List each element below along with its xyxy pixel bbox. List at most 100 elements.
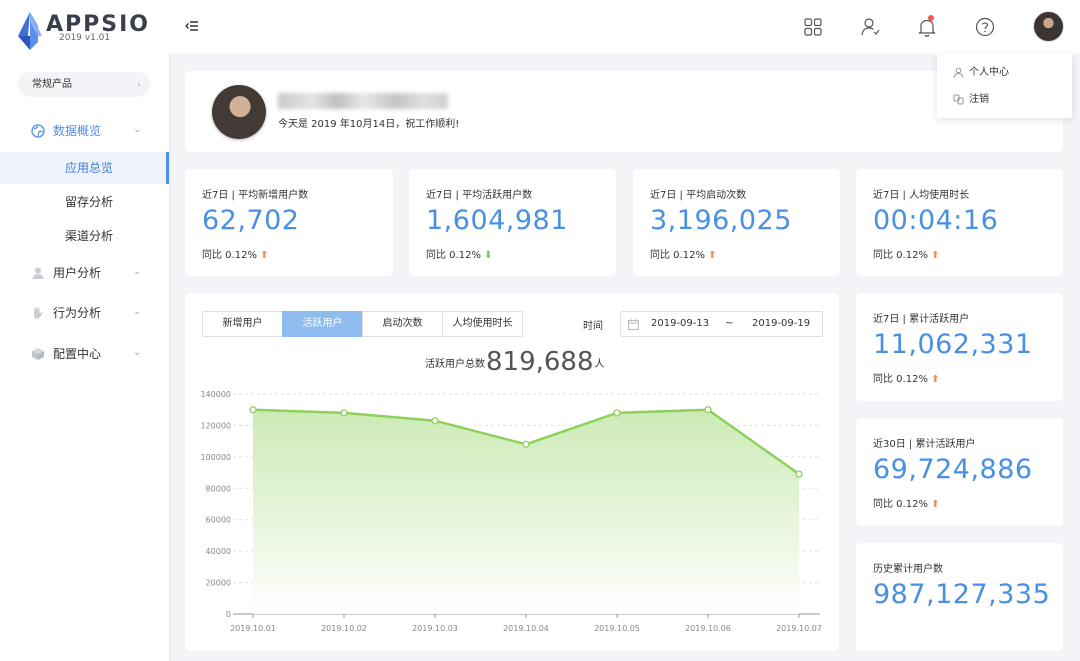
- chevron-down-icon: ⌄: [133, 266, 142, 277]
- stat-value: 00:04:16: [873, 205, 999, 236]
- chevron-down-icon: ⌄: [133, 347, 142, 358]
- sidebar-subitem-app-overview[interactable]: 应用总览: [0, 152, 169, 184]
- sidebar-item-behavior-analysis[interactable]: 行为分析 ⌄: [0, 298, 169, 328]
- arrow-up-icon: ⬆: [931, 499, 940, 510]
- dropdown-item-profile[interactable]: 个人中心: [953, 64, 1009, 82]
- y-tick-label: 20000: [206, 579, 231, 588]
- brand-version: 2019 v1.01: [59, 33, 111, 43]
- sidebar-item-config-center[interactable]: 配置中心 ⌄: [0, 339, 169, 369]
- stat-title: 近7日 | 平均活跃用户数: [426, 190, 533, 201]
- apps-grid-icon[interactable]: [802, 16, 824, 38]
- welcome-message: 今天是 2019 年10月14日，祝工作顺利!: [278, 119, 460, 130]
- data-point: [340, 409, 348, 417]
- logo-icon: [18, 12, 42, 50]
- blurred-username: [278, 93, 448, 109]
- help-icon[interactable]: [974, 16, 996, 38]
- chevron-down-icon: ⌄: [133, 124, 142, 135]
- stat-card-active-users: 近7日 | 平均活跃用户数 1,604,981 同比 0.12% ⬇: [409, 169, 616, 276]
- dropdown-label: 注销: [969, 94, 989, 105]
- stat-value: 11,062,331: [873, 329, 1033, 360]
- person-icon: [953, 67, 964, 78]
- menu-collapse-icon[interactable]: [185, 20, 199, 32]
- data-point: [522, 440, 530, 448]
- compare-text: 同比 0.12%: [873, 499, 928, 510]
- sidebar-subitem-retention[interactable]: 留存分析: [0, 186, 169, 218]
- stat-card-usage-time: 近7日 | 人均使用时长 00:04:16 同比 0.12% ⬆: [856, 169, 1063, 276]
- arrow-up-icon: ⬆: [708, 250, 717, 261]
- stat-title: 近30日 | 累计活跃用户: [873, 439, 976, 450]
- user-dropdown-menu: 个人中心 注销: [937, 54, 1072, 118]
- data-point: [613, 409, 621, 417]
- sidebar-item-overview[interactable]: 数据概览 ⌄: [0, 116, 169, 146]
- product-label: 常规产品: [32, 79, 72, 90]
- data-point: [795, 470, 803, 478]
- logo[interactable]: APPSIO 2019 v1.01: [16, 10, 156, 54]
- arrow-up-icon: ⬆: [260, 250, 269, 261]
- stat-compare: 同比 0.12% ⬆: [873, 495, 940, 510]
- stat-compare: 同比 0.12% ⬆: [873, 246, 940, 261]
- sidebar-item-user-analysis[interactable]: 用户分析 ⌄: [0, 258, 169, 288]
- welcome-card: 今天是 2019 年10月14日，祝工作顺利!: [185, 71, 1063, 152]
- stat-card-7d-cumulative: 近7日 | 累计活跃用户 11,062,331 同比 0.12% ⬆: [856, 293, 1063, 401]
- globe-icon: [31, 124, 45, 138]
- x-tick-label: 2019.10.04: [503, 624, 549, 633]
- dropdown-item-logout[interactable]: 注销: [953, 91, 989, 109]
- stat-title: 近7日 | 平均启动次数: [650, 190, 747, 201]
- y-tick-label: 40000: [206, 547, 231, 556]
- stat-card-launches: 近7日 | 平均启动次数 3,196,025 同比 0.12% ⬆: [633, 169, 840, 276]
- stat-value: 69,724,886: [873, 454, 1033, 485]
- active-users-area-chart: 0 20000 40000 60000 80000 100000 120000 140000 2…: [200, 390, 822, 633]
- stat-title: 近7日 | 累计活跃用户: [873, 314, 970, 325]
- stat-value: 1,604,981: [426, 205, 568, 236]
- sidebar-item-label: 用户分析: [53, 266, 102, 280]
- data-point: [431, 417, 439, 425]
- chart-panel: 新增用户 活跃用户 启动次数 人均使用时长 时间 2019-09-13 ~ 20…: [185, 293, 839, 651]
- logout-icon: [953, 94, 964, 105]
- y-tick-label: 140000: [200, 390, 231, 399]
- stat-value: 3,196,025: [650, 205, 792, 236]
- stat-card-30d-cumulative: 近30日 | 累计活跃用户 69,724,886 同比 0.12% ⬆: [856, 418, 1063, 526]
- product-selector[interactable]: 常规产品 ›: [18, 72, 150, 97]
- stat-title: 历史累计用户数: [873, 564, 943, 575]
- compare-text: 同比 0.12%: [873, 374, 928, 385]
- stat-compare: 同比 0.12% ⬇: [426, 246, 493, 261]
- stat-card-new-users: 近7日 | 平均新增用户数 62,702 同比 0.12% ⬆: [185, 169, 393, 276]
- stat-value: 62,702: [202, 205, 300, 236]
- stat-title: 近7日 | 人均使用时长: [873, 190, 970, 201]
- bell-icon[interactable]: [916, 16, 938, 38]
- stat-title: 近7日 | 平均新增用户数: [202, 190, 309, 201]
- arrow-up-icon: ⬆: [931, 250, 940, 261]
- sidebar-subitem-channel[interactable]: 渠道分析: [0, 220, 169, 252]
- sidebar-item-label: 配置中心: [53, 347, 102, 361]
- top-header: [169, 0, 1080, 54]
- x-tick-label: 2019.10.02: [321, 624, 367, 633]
- data-point: [249, 406, 257, 414]
- box-icon: [32, 348, 44, 360]
- user-icon: [32, 267, 44, 279]
- series-area: [253, 409, 799, 614]
- user-profile-icon[interactable]: [859, 16, 881, 38]
- y-tick-label: 100000: [200, 453, 231, 462]
- chevron-down-icon: ⌄: [133, 306, 142, 317]
- compare-text: 同比 0.12%: [202, 250, 257, 261]
- y-tick-label: 0: [226, 610, 231, 619]
- compare-text: 同比 0.12%: [426, 250, 481, 261]
- stat-compare: 同比 0.12% ⬆: [873, 370, 940, 385]
- x-tick-label: 2019.10.05: [594, 624, 640, 633]
- stat-compare: 同比 0.12% ⬆: [650, 246, 717, 261]
- chevron-right-icon: ›: [136, 78, 141, 91]
- arrow-up-icon: ⬆: [931, 374, 940, 385]
- y-tick-label: 60000: [206, 516, 231, 525]
- compare-text: 同比 0.12%: [650, 250, 705, 261]
- data-point: [704, 406, 712, 414]
- user-avatar[interactable]: [1033, 11, 1064, 42]
- y-tick-label: 120000: [200, 421, 231, 430]
- profile-avatar: [212, 85, 266, 139]
- hand-icon: [34, 307, 43, 319]
- sidebar: APPSIO 2019 v1.01 常规产品 › 数据概览 ⌄ 应用总览 留存分…: [0, 0, 169, 661]
- y-tick-label: 80000: [206, 484, 231, 493]
- x-tick-label: 2019.10.07: [776, 624, 822, 633]
- x-tick-label: 2019.10.01: [230, 624, 276, 633]
- stat-compare: 同比 0.12% ⬆: [202, 246, 269, 261]
- x-tick-label: 2019.10.03: [412, 624, 458, 633]
